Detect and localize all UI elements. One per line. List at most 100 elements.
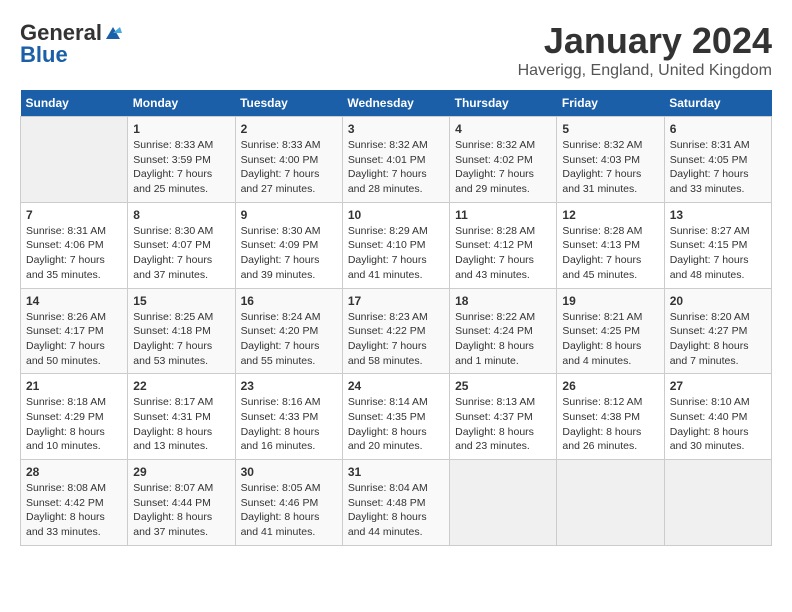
daylight-text: Daylight: 7 hours and 41 minutes. — [348, 254, 427, 281]
weekday-header-tuesday: Tuesday — [235, 90, 342, 117]
calendar-cell: 18 Sunrise: 8:22 AM Sunset: 4:24 PM Dayl… — [450, 288, 557, 374]
day-number: 1 — [133, 122, 229, 136]
calendar-cell: 2 Sunrise: 8:33 AM Sunset: 4:00 PM Dayli… — [235, 117, 342, 203]
sunrise-text: Sunrise: 8:31 AM — [26, 225, 106, 237]
sunrise-text: Sunrise: 8:10 AM — [670, 396, 750, 408]
calendar-cell: 30 Sunrise: 8:05 AM Sunset: 4:46 PM Dayl… — [235, 460, 342, 546]
day-info: Sunrise: 8:05 AM Sunset: 4:46 PM Dayligh… — [241, 481, 337, 540]
daylight-text: Daylight: 7 hours and 48 minutes. — [670, 254, 749, 281]
calendar-week-row: 21 Sunrise: 8:18 AM Sunset: 4:29 PM Dayl… — [21, 374, 772, 460]
daylight-text: Daylight: 8 hours and 7 minutes. — [670, 340, 749, 367]
calendar-cell: 17 Sunrise: 8:23 AM Sunset: 4:22 PM Dayl… — [342, 288, 449, 374]
sunset-text: Sunset: 4:31 PM — [133, 411, 211, 423]
logo-icon — [104, 25, 122, 41]
daylight-text: Daylight: 7 hours and 29 minutes. — [455, 168, 534, 195]
calendar-cell: 13 Sunrise: 8:27 AM Sunset: 4:15 PM Dayl… — [664, 202, 771, 288]
sunrise-text: Sunrise: 8:18 AM — [26, 396, 106, 408]
sunset-text: Sunset: 4:09 PM — [241, 239, 319, 251]
day-info: Sunrise: 8:07 AM Sunset: 4:44 PM Dayligh… — [133, 481, 229, 540]
logo-blue: Blue — [20, 42, 68, 68]
sunrise-text: Sunrise: 8:22 AM — [455, 311, 535, 323]
day-number: 26 — [562, 379, 658, 393]
sunrise-text: Sunrise: 8:05 AM — [241, 482, 321, 494]
day-number: 4 — [455, 122, 551, 136]
daylight-text: Daylight: 7 hours and 37 minutes. — [133, 254, 212, 281]
calendar-cell: 20 Sunrise: 8:20 AM Sunset: 4:27 PM Dayl… — [664, 288, 771, 374]
sunrise-text: Sunrise: 8:30 AM — [241, 225, 321, 237]
sunrise-text: Sunrise: 8:32 AM — [562, 139, 642, 151]
weekday-header-saturday: Saturday — [664, 90, 771, 117]
calendar-week-row: 1 Sunrise: 8:33 AM Sunset: 3:59 PM Dayli… — [21, 117, 772, 203]
sunrise-text: Sunrise: 8:27 AM — [670, 225, 750, 237]
sunset-text: Sunset: 4:15 PM — [670, 239, 748, 251]
day-info: Sunrise: 8:14 AM Sunset: 4:35 PM Dayligh… — [348, 395, 444, 454]
sunset-text: Sunset: 4:10 PM — [348, 239, 426, 251]
day-info: Sunrise: 8:16 AM Sunset: 4:33 PM Dayligh… — [241, 395, 337, 454]
day-info: Sunrise: 8:27 AM Sunset: 4:15 PM Dayligh… — [670, 224, 766, 283]
sunset-text: Sunset: 4:25 PM — [562, 325, 640, 337]
sunrise-text: Sunrise: 8:26 AM — [26, 311, 106, 323]
daylight-text: Daylight: 8 hours and 16 minutes. — [241, 426, 320, 453]
weekday-header-monday: Monday — [128, 90, 235, 117]
daylight-text: Daylight: 7 hours and 27 minutes. — [241, 168, 320, 195]
sunrise-text: Sunrise: 8:25 AM — [133, 311, 213, 323]
day-number: 5 — [562, 122, 658, 136]
sunrise-text: Sunrise: 8:24 AM — [241, 311, 321, 323]
calendar-table: SundayMondayTuesdayWednesdayThursdayFrid… — [20, 90, 772, 546]
calendar-cell: 6 Sunrise: 8:31 AM Sunset: 4:05 PM Dayli… — [664, 117, 771, 203]
day-number: 7 — [26, 208, 122, 222]
day-number: 2 — [241, 122, 337, 136]
weekday-header-row: SundayMondayTuesdayWednesdayThursdayFrid… — [21, 90, 772, 117]
day-info: Sunrise: 8:33 AM Sunset: 4:00 PM Dayligh… — [241, 138, 337, 197]
day-info: Sunrise: 8:18 AM Sunset: 4:29 PM Dayligh… — [26, 395, 122, 454]
sunrise-text: Sunrise: 8:04 AM — [348, 482, 428, 494]
daylight-text: Daylight: 8 hours and 30 minutes. — [670, 426, 749, 453]
daylight-text: Daylight: 8 hours and 37 minutes. — [133, 511, 212, 538]
sunrise-text: Sunrise: 8:33 AM — [241, 139, 321, 151]
day-info: Sunrise: 8:32 AM Sunset: 4:03 PM Dayligh… — [562, 138, 658, 197]
day-number: 19 — [562, 294, 658, 308]
daylight-text: Daylight: 8 hours and 13 minutes. — [133, 426, 212, 453]
day-number: 29 — [133, 465, 229, 479]
calendar-cell — [21, 117, 128, 203]
day-number: 25 — [455, 379, 551, 393]
day-info: Sunrise: 8:22 AM Sunset: 4:24 PM Dayligh… — [455, 310, 551, 369]
day-number: 12 — [562, 208, 658, 222]
day-info: Sunrise: 8:12 AM Sunset: 4:38 PM Dayligh… — [562, 395, 658, 454]
sunset-text: Sunset: 4:22 PM — [348, 325, 426, 337]
sunrise-text: Sunrise: 8:12 AM — [562, 396, 642, 408]
day-number: 20 — [670, 294, 766, 308]
day-number: 14 — [26, 294, 122, 308]
calendar-cell: 3 Sunrise: 8:32 AM Sunset: 4:01 PM Dayli… — [342, 117, 449, 203]
calendar-cell: 21 Sunrise: 8:18 AM Sunset: 4:29 PM Dayl… — [21, 374, 128, 460]
calendar-cell: 22 Sunrise: 8:17 AM Sunset: 4:31 PM Dayl… — [128, 374, 235, 460]
daylight-text: Daylight: 8 hours and 20 minutes. — [348, 426, 427, 453]
daylight-text: Daylight: 8 hours and 10 minutes. — [26, 426, 105, 453]
sunrise-text: Sunrise: 8:23 AM — [348, 311, 428, 323]
daylight-text: Daylight: 7 hours and 25 minutes. — [133, 168, 212, 195]
sunrise-text: Sunrise: 8:32 AM — [455, 139, 535, 151]
day-number: 21 — [26, 379, 122, 393]
sunrise-text: Sunrise: 8:32 AM — [348, 139, 428, 151]
daylight-text: Daylight: 7 hours and 31 minutes. — [562, 168, 641, 195]
calendar-cell: 24 Sunrise: 8:14 AM Sunset: 4:35 PM Dayl… — [342, 374, 449, 460]
sunrise-text: Sunrise: 8:07 AM — [133, 482, 213, 494]
sunset-text: Sunset: 4:02 PM — [455, 154, 533, 166]
location-subtitle: Haverigg, England, United Kingdom — [518, 62, 772, 80]
day-info: Sunrise: 8:30 AM Sunset: 4:09 PM Dayligh… — [241, 224, 337, 283]
daylight-text: Daylight: 8 hours and 1 minute. — [455, 340, 534, 367]
daylight-text: Daylight: 7 hours and 53 minutes. — [133, 340, 212, 367]
calendar-week-row: 7 Sunrise: 8:31 AM Sunset: 4:06 PM Dayli… — [21, 202, 772, 288]
logo: General Blue — [20, 20, 122, 68]
calendar-cell: 1 Sunrise: 8:33 AM Sunset: 3:59 PM Dayli… — [128, 117, 235, 203]
calendar-cell: 12 Sunrise: 8:28 AM Sunset: 4:13 PM Dayl… — [557, 202, 664, 288]
day-info: Sunrise: 8:28 AM Sunset: 4:13 PM Dayligh… — [562, 224, 658, 283]
day-number: 8 — [133, 208, 229, 222]
day-number: 18 — [455, 294, 551, 308]
calendar-cell: 26 Sunrise: 8:12 AM Sunset: 4:38 PM Dayl… — [557, 374, 664, 460]
sunset-text: Sunset: 3:59 PM — [133, 154, 211, 166]
sunrise-text: Sunrise: 8:29 AM — [348, 225, 428, 237]
day-info: Sunrise: 8:31 AM Sunset: 4:06 PM Dayligh… — [26, 224, 122, 283]
day-info: Sunrise: 8:30 AM Sunset: 4:07 PM Dayligh… — [133, 224, 229, 283]
calendar-cell: 5 Sunrise: 8:32 AM Sunset: 4:03 PM Dayli… — [557, 117, 664, 203]
